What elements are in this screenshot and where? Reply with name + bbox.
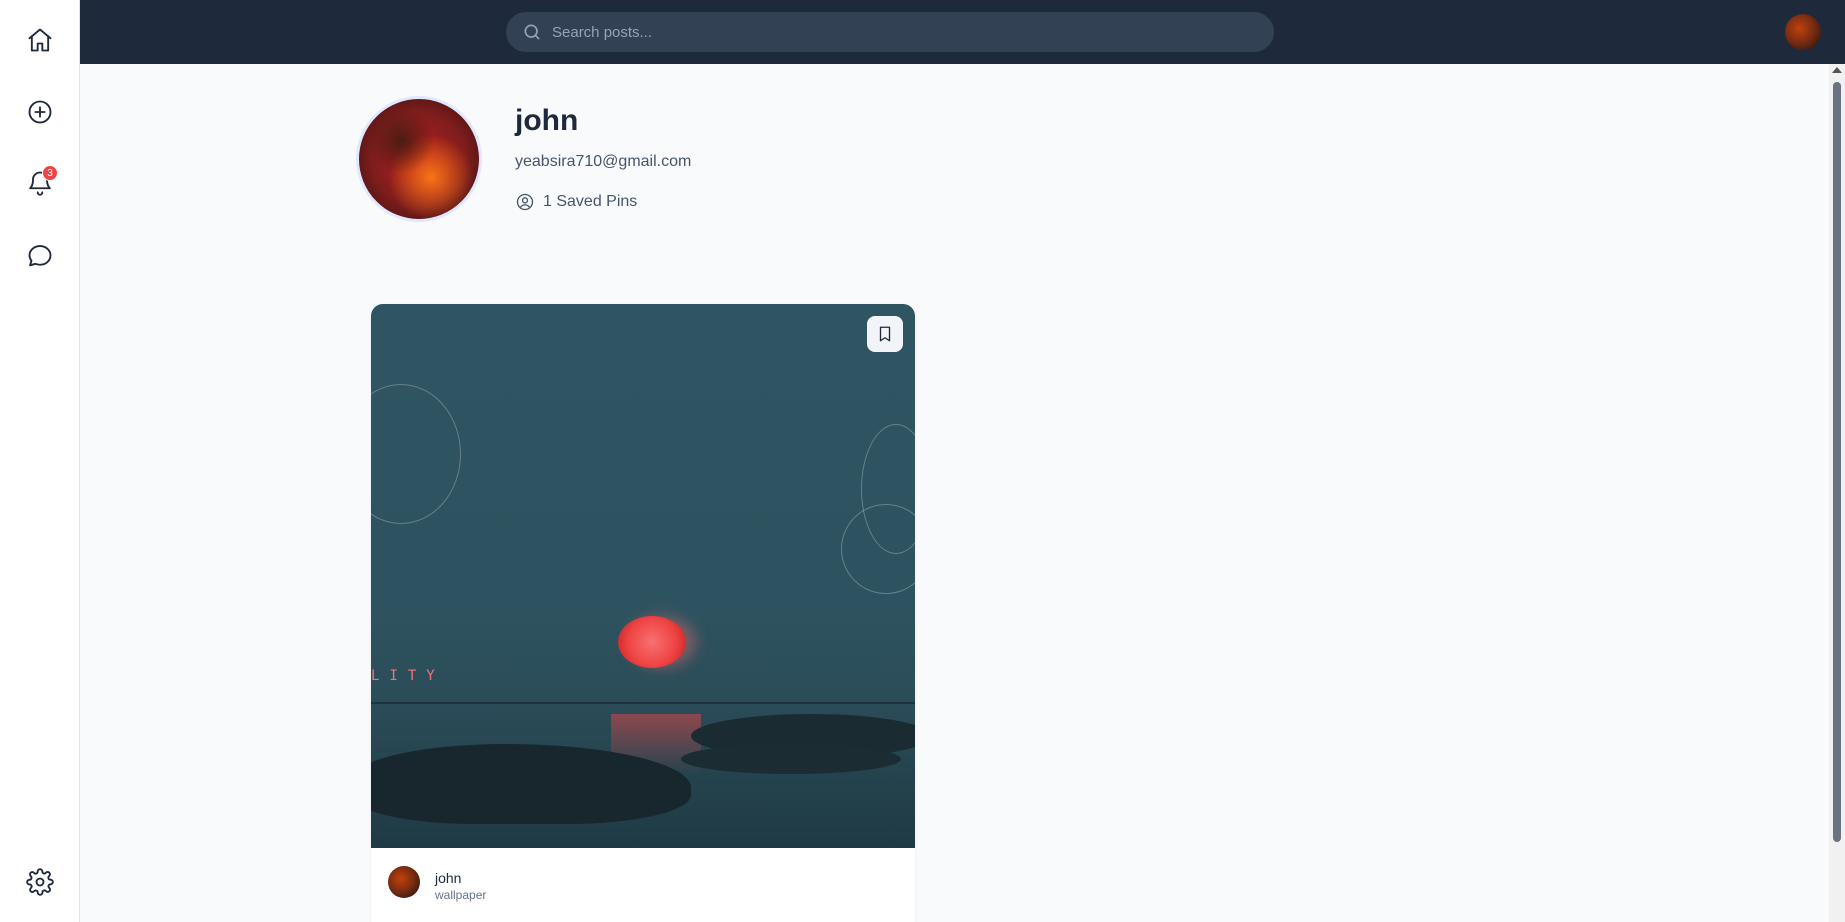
author-name[interactable]: john: [435, 870, 461, 886]
sidebar: 3: [0, 0, 80, 922]
profile-avatar: [356, 96, 482, 222]
author-avatar[interactable]: [388, 866, 420, 898]
horizon-line: [371, 702, 915, 704]
messages-button[interactable]: [20, 236, 60, 276]
pin-category: wallpaper: [435, 888, 487, 902]
bookmark-button[interactable]: [867, 316, 903, 352]
scroll-up-arrow-icon[interactable]: [1832, 67, 1842, 73]
notifications-button[interactable]: 3: [20, 163, 60, 203]
page-scrollbar[interactable]: [1829, 64, 1845, 922]
user-avatar-button[interactable]: [1785, 14, 1821, 50]
create-button[interactable]: [20, 92, 60, 132]
decoration: [371, 384, 461, 524]
top-bar: [80, 0, 1845, 64]
saved-pins-count: 1 Saved Pins: [515, 192, 637, 212]
rock-shape: [681, 744, 901, 774]
user-circle-icon: [516, 193, 534, 211]
notification-badge: 3: [42, 165, 58, 181]
image-text: LITY: [371, 668, 445, 684]
gear-icon: [26, 868, 54, 896]
decoration: [841, 504, 915, 594]
pin-card-footer: john wallpaper: [371, 848, 915, 922]
plus-circle-icon: [28, 100, 52, 124]
search-icon: [524, 24, 540, 40]
pin-image[interactable]: LITY: [371, 304, 915, 848]
chat-bubble-icon: [28, 245, 52, 267]
settings-button[interactable]: [20, 862, 60, 902]
scroll-thumb[interactable]: [1833, 82, 1841, 842]
profile-email: yeabsira710@gmail.com: [515, 153, 692, 170]
saved-pins-label: 1 Saved Pins: [543, 193, 638, 210]
home-icon: [28, 28, 52, 52]
pin-card[interactable]: LITY john wallpaper: [371, 304, 915, 922]
profile-name: john: [515, 104, 579, 137]
sun-shape: [618, 616, 686, 668]
home-button[interactable]: [20, 20, 60, 60]
search-bar: [506, 12, 1274, 52]
search-input[interactable]: [552, 23, 1252, 41]
bookmark-icon: [879, 326, 891, 342]
